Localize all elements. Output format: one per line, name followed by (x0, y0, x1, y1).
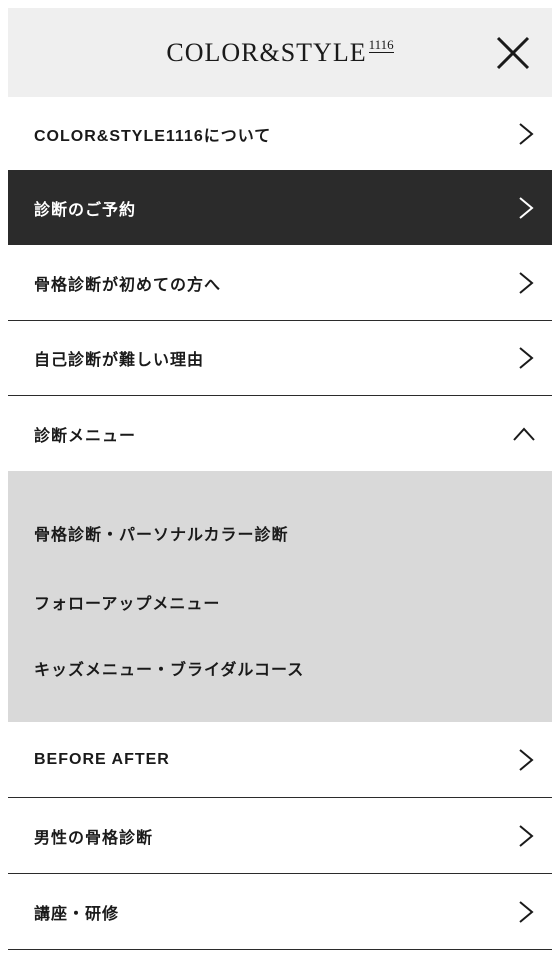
menu-item-before-after[interactable]: BEFORE AFTER (8, 722, 552, 798)
menu-item-about[interactable]: COLOR&STYLE1116について (8, 97, 552, 171)
chevron-right-icon (519, 824, 534, 847)
menu-item-diagnosis-menu[interactable]: 診断メニュー (8, 396, 552, 471)
menu-item-mens-diagnosis[interactable]: 男性の骨格診断 (8, 798, 552, 874)
submenu-item-skeletal-color[interactable]: 骨格診断・パーソナルカラー診断 (34, 521, 289, 545)
menu-header: COLOR&STYLE 1116 (8, 8, 552, 97)
menu-item-self-diagnosis[interactable]: 自己診断が難しい理由 (8, 321, 552, 396)
menu-item-reservation[interactable]: 診断のご予約 (8, 171, 552, 245)
chevron-right-icon (519, 197, 534, 219)
brand-logo[interactable]: COLOR&STYLE 1116 (8, 37, 552, 68)
menu-overlay: COLOR&STYLE 1116 COLOR&STYLE1116について 診断のご… (8, 8, 552, 966)
menu-item-label: 診断メニュー (34, 427, 137, 445)
menu-item-label: COLOR&STYLE1116について (34, 127, 272, 145)
menu-item-first-time[interactable]: 骨格診断が初めての方へ (8, 245, 552, 321)
chevron-right-icon (519, 122, 534, 145)
chevron-up-icon (513, 427, 535, 441)
menu-item-label: 自己診断が難しい理由 (34, 352, 205, 369)
menu-item-label: 診断のご予約 (34, 202, 137, 219)
menu-item-label: BEFORE AFTER (34, 750, 170, 768)
chevron-right-icon (519, 347, 534, 369)
logo-number: 1116 (368, 37, 394, 53)
chevron-right-icon (519, 900, 534, 923)
chevron-right-icon (519, 748, 534, 771)
menu-item-label: 骨格診断が初めての方へ (34, 276, 222, 294)
submenu-item-follow-up[interactable]: フォローアップメニュー (34, 590, 220, 614)
menu-item-label: 講座・研修 (34, 905, 120, 923)
logo-text: COLOR&STYLE (166, 38, 367, 67)
close-icon (496, 36, 530, 70)
nav-menu: COLOR&STYLE1116について 診断のご予約 骨格診断が初めての方へ 自… (8, 97, 552, 950)
menu-item-label: 男性の骨格診断 (34, 829, 154, 847)
menu-item-courses[interactable]: 講座・研修 (8, 874, 552, 950)
submenu-item-kids-bridal[interactable]: キッズメニュー・ブライダルコース (34, 656, 304, 680)
chevron-right-icon (519, 271, 534, 294)
close-button[interactable] (496, 36, 530, 70)
diagnosis-submenu: 骨格診断・パーソナルカラー診断 フォローアップメニュー キッズメニュー・ブライダ… (8, 471, 552, 722)
